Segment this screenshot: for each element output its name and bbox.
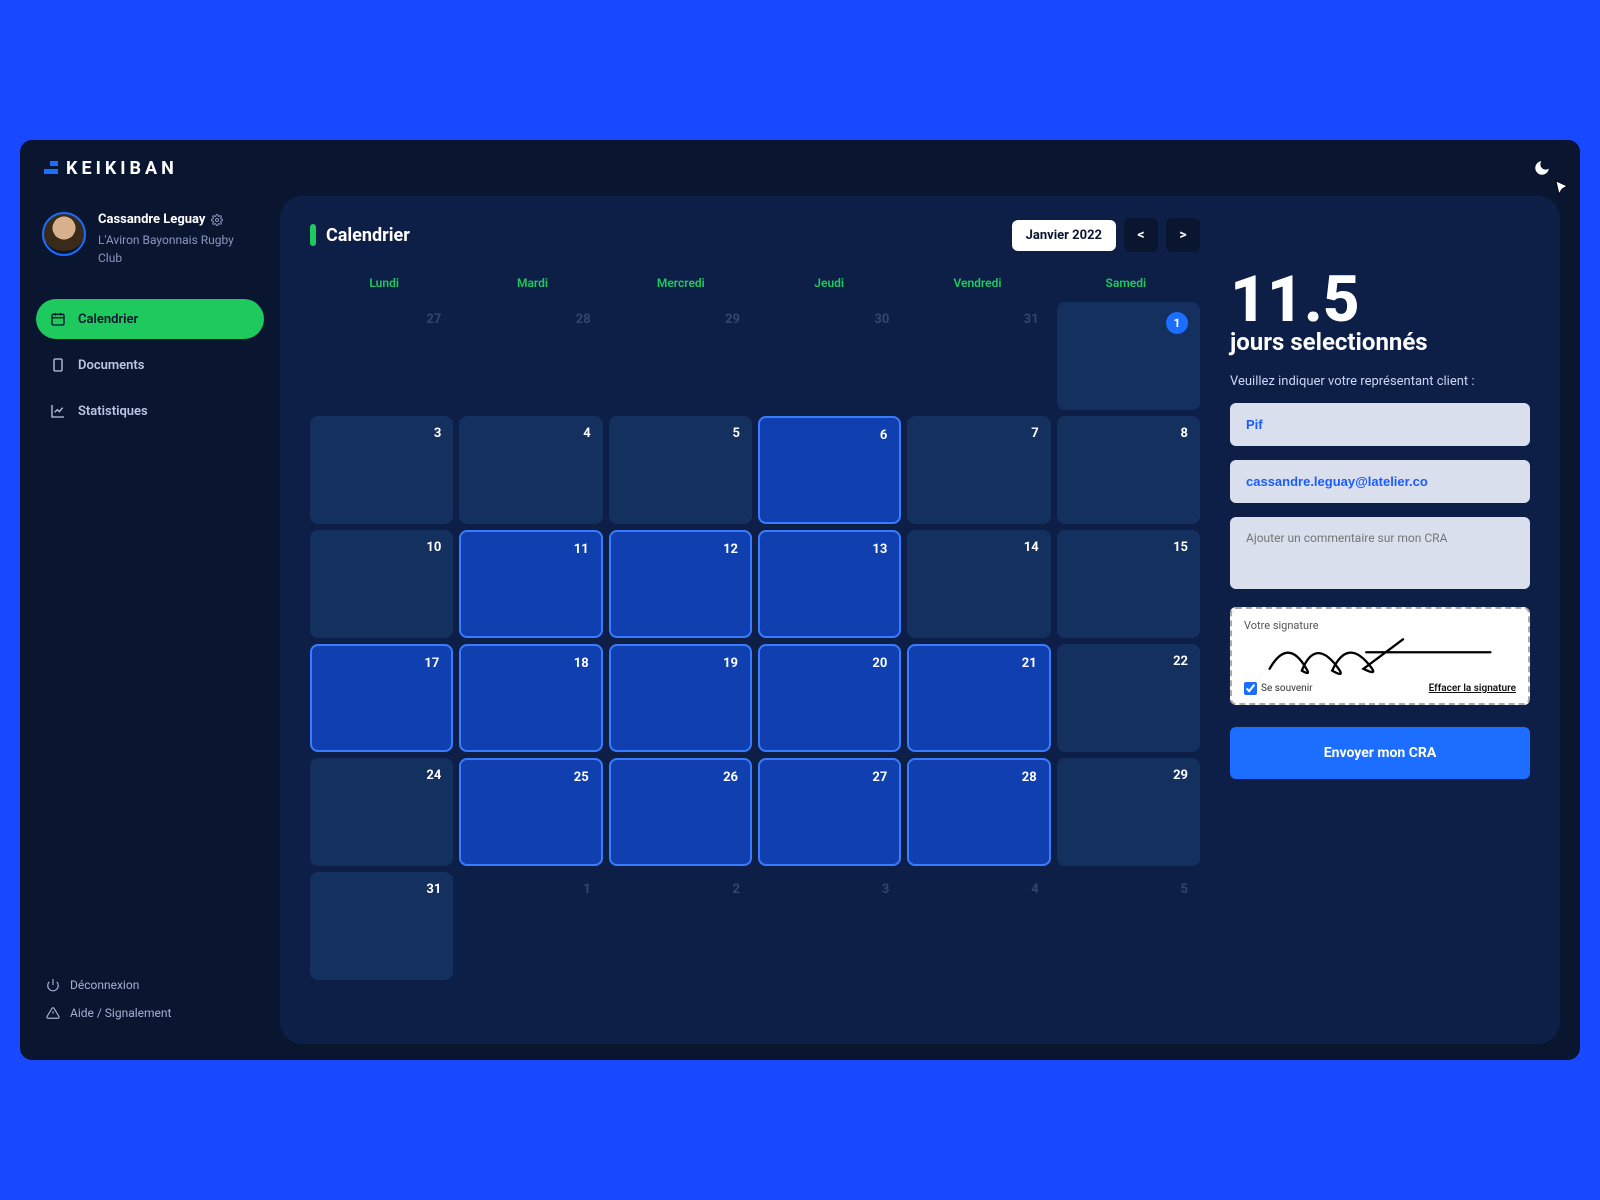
app-window: KEIKIBAN Cassandre Leguay L'Aviron Bayon… bbox=[20, 140, 1580, 1060]
calendar-day-cell[interactable]: 7 bbox=[907, 416, 1050, 524]
calendar-day-cell[interactable]: 29 bbox=[1057, 758, 1200, 866]
signature-footer: Se souvenir Effacer la signature bbox=[1244, 682, 1516, 695]
moon-icon bbox=[1533, 159, 1551, 177]
calendar-day-cell[interactable]: 4 bbox=[459, 416, 602, 524]
chart-icon bbox=[50, 403, 66, 419]
prev-month-button[interactable]: < bbox=[1124, 218, 1158, 252]
day-badge: 1 bbox=[1166, 312, 1188, 334]
user-org: L'Aviron Bayonnais Rugby Club bbox=[98, 231, 258, 267]
calendar-day-cell: 1 bbox=[459, 872, 602, 980]
calendar-day-cell[interactable]: 22 bbox=[1057, 644, 1200, 752]
avatar[interactable] bbox=[42, 212, 86, 256]
month-label[interactable]: Janvier 2022 bbox=[1012, 220, 1116, 251]
topbar: KEIKIBAN bbox=[20, 140, 1580, 196]
sidebar-item-calendrier[interactable]: Calendrier bbox=[36, 299, 264, 339]
calendar-day-cell[interactable]: 11 bbox=[459, 530, 602, 638]
weekday-label: Samedi bbox=[1052, 272, 1200, 294]
calendar-day-cell[interactable]: 6 bbox=[758, 416, 901, 524]
signature-box[interactable]: Votre signature Se souvenir Effacer la s… bbox=[1230, 607, 1530, 705]
calendar-day-cell[interactable]: 24 bbox=[310, 758, 453, 866]
signature-canvas[interactable] bbox=[1244, 632, 1516, 678]
weekday-label: Mardi bbox=[458, 272, 606, 294]
calendar-day-cell[interactable]: 15 bbox=[1057, 530, 1200, 638]
logout-link[interactable]: Déconnexion bbox=[46, 978, 254, 992]
calendar-day-cell: 31 bbox=[907, 302, 1050, 410]
calendar-day-cell[interactable]: 1 bbox=[1057, 302, 1200, 410]
weekday-label: Vendredi bbox=[903, 272, 1051, 294]
calendar-day-cell[interactable]: 8 bbox=[1057, 416, 1200, 524]
days-count: 11.5 bbox=[1230, 268, 1530, 332]
settings-gear-icon[interactable] bbox=[211, 214, 223, 226]
weekday-label: Jeudi bbox=[755, 272, 903, 294]
summary-panel: 11.5 jours selectionnés Veuillez indique… bbox=[1230, 218, 1530, 1022]
month-controls: Janvier 2022 < > bbox=[1012, 218, 1200, 252]
calendar-day-cell[interactable]: 13 bbox=[758, 530, 901, 638]
power-icon bbox=[46, 978, 60, 992]
sidebar-item-label: Calendrier bbox=[78, 312, 138, 327]
calendar-day-cell[interactable]: 3 bbox=[310, 416, 453, 524]
next-month-button[interactable]: > bbox=[1166, 218, 1200, 252]
calendar-day-cell[interactable]: 18 bbox=[459, 644, 602, 752]
main-panel: Calendrier Janvier 2022 < > LundiMardiMe… bbox=[280, 196, 1560, 1044]
rep-prompt: Veuillez indiquer votre représentant cli… bbox=[1230, 374, 1530, 389]
days-unit: jours selectionnés bbox=[1230, 328, 1530, 356]
logo-mark-icon bbox=[44, 161, 58, 175]
sidebar-item-statistiques[interactable]: Statistiques bbox=[36, 391, 264, 431]
signature-label: Votre signature bbox=[1244, 619, 1516, 632]
calendar-day-cell[interactable]: 10 bbox=[310, 530, 453, 638]
sidebar-nav: Calendrier Documents Statistiques bbox=[36, 299, 264, 431]
body: Cassandre Leguay L'Aviron Bayonnais Rugb… bbox=[20, 196, 1580, 1060]
calendar-day-cell[interactable]: 27 bbox=[758, 758, 901, 866]
calendar-day-cell[interactable]: 25 bbox=[459, 758, 602, 866]
document-icon bbox=[50, 357, 66, 373]
calendar-day-cell: 3 bbox=[758, 872, 901, 980]
representative-input[interactable] bbox=[1230, 403, 1530, 446]
calendar-day-cell[interactable]: 21 bbox=[907, 644, 1050, 752]
calendar-day-cell[interactable]: 20 bbox=[758, 644, 901, 752]
sidebar-item-label: Documents bbox=[78, 358, 144, 373]
email-input[interactable] bbox=[1230, 460, 1530, 503]
warning-icon bbox=[46, 1006, 60, 1020]
remember-signature-checkbox[interactable]: Se souvenir bbox=[1244, 682, 1313, 695]
calendar-day-cell[interactable]: 28 bbox=[907, 758, 1050, 866]
calendar-day-cell[interactable]: 12 bbox=[609, 530, 752, 638]
comment-textarea[interactable] bbox=[1230, 517, 1530, 589]
user-name: Cassandre Leguay bbox=[98, 212, 258, 227]
calendar-day-cell[interactable]: 14 bbox=[907, 530, 1050, 638]
sidebar: Cassandre Leguay L'Aviron Bayonnais Rugb… bbox=[20, 196, 280, 1044]
calendar-header: Calendrier Janvier 2022 < > bbox=[310, 218, 1200, 252]
calendar-day-cell: 4 bbox=[907, 872, 1050, 980]
weekday-header-row: LundiMardiMercrediJeudiVendrediSamedi bbox=[310, 272, 1200, 294]
calendar-day-cell[interactable]: 31 bbox=[310, 872, 453, 980]
calendar-day-cell: 27 bbox=[310, 302, 453, 410]
weekday-label: Mercredi bbox=[607, 272, 755, 294]
help-link[interactable]: Aide / Signalement bbox=[46, 1006, 254, 1020]
calendar-grid: 2728293031134567810111213141517181920212… bbox=[310, 302, 1200, 980]
calendar-day-cell[interactable]: 5 bbox=[609, 416, 752, 524]
calendar-icon bbox=[50, 311, 66, 327]
calendar-day-cell: 29 bbox=[609, 302, 752, 410]
user-block: Cassandre Leguay L'Aviron Bayonnais Rugb… bbox=[36, 204, 264, 291]
calendar-column: Calendrier Janvier 2022 < > LundiMardiMe… bbox=[310, 218, 1200, 1022]
remember-checkbox-input[interactable] bbox=[1244, 682, 1257, 695]
calendar-day-cell: 5 bbox=[1057, 872, 1200, 980]
calendar-day-cell: 28 bbox=[459, 302, 602, 410]
clear-signature-link[interactable]: Effacer la signature bbox=[1429, 683, 1516, 694]
send-cra-button[interactable]: Envoyer mon CRA bbox=[1230, 727, 1530, 779]
weekday-label: Lundi bbox=[310, 272, 458, 294]
calendar-title: Calendrier bbox=[310, 224, 410, 246]
calendar-day-cell[interactable]: 19 bbox=[609, 644, 752, 752]
sidebar-item-documents[interactable]: Documents bbox=[36, 345, 264, 385]
calendar-day-cell: 30 bbox=[758, 302, 901, 410]
brand-logo: KEIKIBAN bbox=[44, 158, 178, 179]
dark-mode-toggle[interactable] bbox=[1528, 154, 1556, 182]
calendar-day-cell[interactable]: 26 bbox=[609, 758, 752, 866]
sidebar-item-label: Statistiques bbox=[78, 404, 148, 419]
calendar-day-cell[interactable]: 17 bbox=[310, 644, 453, 752]
brand-text: KEIKIBAN bbox=[66, 158, 178, 179]
sidebar-bottom: Déconnexion Aide / Signalement bbox=[36, 970, 264, 1036]
calendar-day-cell: 2 bbox=[609, 872, 752, 980]
